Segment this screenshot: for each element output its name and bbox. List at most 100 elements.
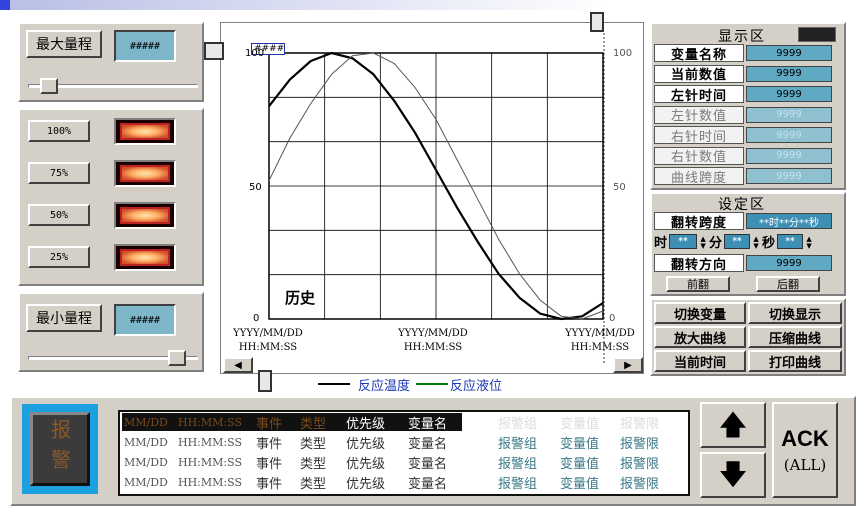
- alarm-cell-priority: 优先级: [346, 416, 386, 432]
- alarm-cell-value: 变量值: [560, 436, 600, 452]
- lamp-light-icon: [120, 249, 170, 266]
- level-1-button[interactable]: 75%: [28, 162, 90, 184]
- right-axis-50: 50: [613, 182, 626, 193]
- display-row-value: 9999: [746, 106, 832, 123]
- left-cursor-handle-icon[interactable]: [258, 370, 272, 392]
- alarm-cell-limit: 报警限: [620, 476, 660, 492]
- switch-display-button[interactable]: 切换显示: [748, 302, 842, 324]
- level-1-lamp: [114, 160, 176, 187]
- ack-all-label: (ALL): [783, 456, 827, 474]
- alarm-cell-type: 类型: [300, 476, 327, 492]
- scroll-right-button[interactable]: ▶: [613, 357, 643, 373]
- time-label-left-time: HH:MM:SS: [238, 342, 298, 353]
- corner-mark: [0, 0, 10, 10]
- alarm-cell-var: 变量名: [408, 436, 448, 452]
- trend-chart-canvas: [268, 33, 605, 363]
- alarm-down-button[interactable]: 🡇: [700, 452, 766, 498]
- alarm-cell-group: 报警组: [498, 436, 538, 452]
- legend-label-level: 反应液位: [450, 378, 503, 394]
- span-row: 翻转跨度 **时**分**秒: [654, 212, 832, 231]
- time-label-mid: YYYY/MM/DD HH:MM:SS: [392, 327, 474, 355]
- alarm-cell-var: 变量名: [408, 456, 448, 472]
- time-label-right-time: HH:MM:SS: [570, 342, 630, 353]
- zoom-in-curve-button[interactable]: 放大曲线: [654, 326, 746, 348]
- time-label-mid-date: YYYY/MM/DD: [398, 328, 468, 339]
- min-range-slider-thumb[interactable]: [167, 350, 186, 366]
- second-field[interactable]: **: [777, 234, 804, 249]
- alarm-cell-event: 事件: [256, 476, 283, 492]
- alarm-cell-event: 事件: [256, 436, 283, 452]
- max-range-panel: 最大量程 #####: [18, 22, 204, 102]
- forward-button[interactable]: 前翻: [666, 276, 730, 292]
- alarm-list[interactable]: MM/DD HH:MM:SS 事件 类型 优先级 变量名 报警组 变量值 报警限 MM/DD HH:…: [118, 410, 690, 496]
- alarm-row[interactable]: MM/DD HH:MM:SS 事件 类型 优先级 变量名 报警组 变量值 报警限: [122, 473, 686, 492]
- left-axis-0: 0: [253, 313, 260, 324]
- settings-panel: 设定区 翻转跨度 **时**分**秒 时 ** ▲ ▼ 分 ** ▲ ▼ 秒 ** …: [650, 192, 846, 296]
- display-indicator: [798, 27, 836, 42]
- ack-all-button[interactable]: ACK (ALL): [772, 402, 838, 498]
- lamp-light-icon: [120, 123, 170, 140]
- level-2-button[interactable]: 50%: [28, 204, 90, 226]
- display-row: 右针数值 9999: [654, 146, 832, 165]
- level-lamps-panel: 100% 75% 50% 25%: [18, 108, 204, 286]
- alarm-cell-event: 事件: [256, 456, 283, 472]
- backward-button[interactable]: 后翻: [756, 276, 820, 292]
- second-spin-icon[interactable]: ▲ ▼: [805, 234, 813, 249]
- span-label: 翻转跨度: [654, 212, 744, 231]
- alarm-up-button[interactable]: 🡅: [700, 402, 766, 448]
- time-label-right: YYYY/MM/DD HH:MM:SS: [557, 327, 643, 355]
- alarm-cell-type: 类型: [300, 416, 327, 432]
- hour-spin-icon[interactable]: ▲ ▼: [699, 234, 707, 249]
- alarm-cell-date: MM/DD: [124, 435, 168, 449]
- display-panel: 显示区 变量名称 9999 当前数值 9999 左针时间 9999 左针数值 9999 右针时间…: [650, 22, 846, 190]
- alarm-cell-limit: 报警限: [620, 456, 660, 472]
- display-row-value: 9999: [746, 147, 832, 164]
- time-label-left-date: YYYY/MM/DD: [233, 328, 303, 339]
- alarm-row[interactable]: MM/DD HH:MM:SS 事件 类型 优先级 变量名 报警组 变量值 报警限: [122, 453, 686, 472]
- alarm-row[interactable]: MM/DD HH:MM:SS 事件 类型 优先级 变量名 报警组 变量值 报警限: [122, 433, 686, 452]
- scroll-left-button[interactable]: ◀: [223, 357, 253, 373]
- second-label: 秒: [762, 236, 776, 251]
- y-cursor-handle-icon[interactable]: [204, 42, 224, 60]
- max-range-field[interactable]: #####: [114, 30, 176, 62]
- level-2-lamp: [114, 202, 176, 229]
- direction-value[interactable]: 9999: [746, 255, 832, 271]
- alarm-bell-icon[interactable]: 报警: [30, 412, 90, 486]
- history-label: 历史: [285, 289, 316, 307]
- minute-field[interactable]: **: [724, 234, 751, 249]
- arrow-right-icon: ▶: [624, 359, 632, 371]
- right-cursor-handle-icon[interactable]: [590, 12, 604, 32]
- max-range-slider-thumb[interactable]: [40, 78, 59, 94]
- max-range-button[interactable]: 最大量程: [26, 30, 102, 58]
- min-range-field[interactable]: #####: [114, 304, 176, 336]
- display-row-label: 当前数值: [654, 64, 744, 83]
- level-0-button[interactable]: 100%: [28, 120, 90, 142]
- display-row: 变量名称 9999: [654, 44, 832, 63]
- zoom-out-curve-button[interactable]: 压缩曲线: [748, 326, 842, 348]
- display-row-label: 左针时间: [654, 85, 744, 104]
- hour-field[interactable]: **: [669, 234, 698, 249]
- ack-label: ACK: [781, 426, 829, 451]
- alarm-cell-priority: 优先级: [346, 456, 386, 472]
- alarm-cell-value: 变量值: [560, 416, 600, 432]
- time-label-mid-time: HH:MM:SS: [403, 342, 463, 353]
- arrow-down-icon: 🡇: [718, 458, 748, 491]
- lamp-light-icon: [120, 165, 170, 182]
- span-value[interactable]: **时**分**秒: [746, 213, 832, 229]
- alarm-row[interactable]: MM/DD HH:MM:SS 事件 类型 优先级 变量名 报警组 变量值 报警限: [122, 413, 686, 432]
- alarm-cell-group: 报警组: [498, 476, 538, 492]
- alarm-cell-date: MM/DD: [124, 415, 168, 429]
- alarm-cell-limit: 报警限: [620, 436, 660, 452]
- alarm-cell-priority: 优先级: [346, 436, 386, 452]
- display-row-label: 右针时间: [654, 126, 744, 145]
- minute-spin-icon[interactable]: ▲ ▼: [752, 234, 760, 249]
- trend-chart: #### 历史 100 50 0 100 50 0 YYYY/MM/DD HH:…: [220, 22, 644, 374]
- min-range-button[interactable]: 最小量程: [26, 304, 102, 332]
- display-row: 当前数值 9999: [654, 64, 832, 83]
- current-time-button[interactable]: 当前时间: [654, 350, 746, 372]
- switch-variable-button[interactable]: 切换变量: [654, 302, 746, 324]
- alarm-cell-type: 类型: [300, 456, 327, 472]
- display-row-value: 9999: [746, 168, 832, 184]
- print-curve-button[interactable]: 打印曲线: [748, 350, 842, 372]
- level-3-button[interactable]: 25%: [28, 246, 90, 268]
